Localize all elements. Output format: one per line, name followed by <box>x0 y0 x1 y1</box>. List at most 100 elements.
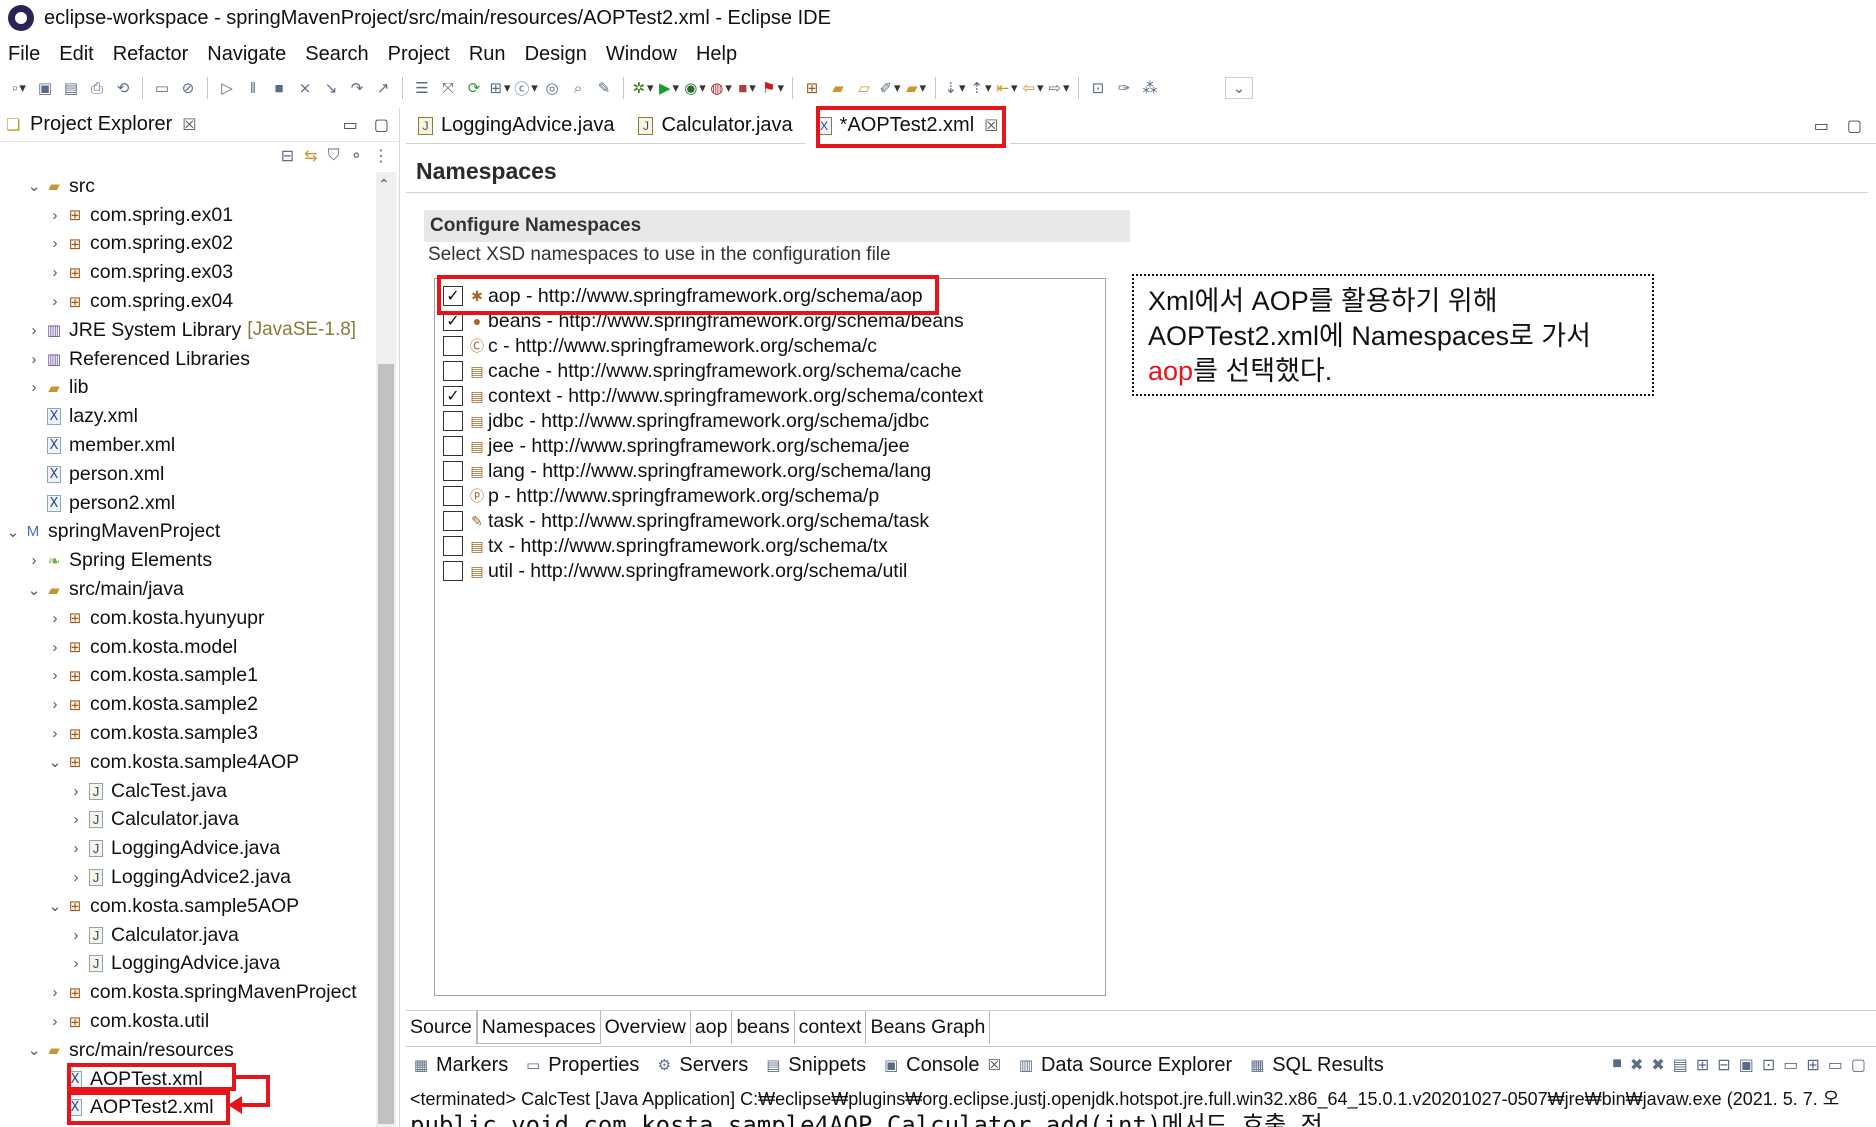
step-into-icon[interactable]: ↘ <box>320 77 342 99</box>
task-icon[interactable]: ▰ <box>905 77 927 99</box>
skip-breakpoints-icon[interactable]: ⊘ <box>177 77 199 99</box>
tab-beans[interactable]: beans <box>732 1011 795 1044</box>
word-wrap-icon[interactable]: ⊟ <box>1717 1055 1730 1075</box>
tree-item[interactable]: › J Calculator.java <box>0 806 370 835</box>
run-icon[interactable]: ▶ <box>658 77 680 99</box>
brush-icon[interactable]: ✑ <box>1113 77 1135 99</box>
tree-item[interactable]: X AOPTest.xml <box>0 1065 370 1094</box>
menu-search[interactable]: Search <box>305 43 368 66</box>
chevron-right-icon[interactable]: › <box>46 207 64 224</box>
tree-item[interactable]: › ⊞ com.spring.ex01 <box>0 201 370 230</box>
close-icon[interactable]: ☒ <box>984 116 998 136</box>
stop-server-icon[interactable]: ■ <box>736 77 758 99</box>
menu-project[interactable]: Project <box>388 43 450 66</box>
tree-item[interactable]: › J LoggingAdvice.java <box>0 834 370 863</box>
tree-item[interactable]: ⌄ ▰ src <box>0 172 370 201</box>
maximize-icon[interactable]: ▢ <box>1851 1055 1866 1075</box>
namespace-checkbox[interactable] <box>443 536 463 556</box>
tree-item[interactable]: › J LoggingAdvice.java <box>0 950 370 979</box>
tree-item[interactable]: › ⊞ com.kosta.sample3 <box>0 719 370 748</box>
show-on-output-icon[interactable]: ▣ <box>1739 1055 1754 1075</box>
namespace-checkbox[interactable] <box>443 411 463 431</box>
tree-item[interactable]: › J Calculator.java <box>0 921 370 950</box>
history-icon[interactable]: ⟲ <box>112 77 134 99</box>
tree-item[interactable]: ⌄ ⊞ com.kosta.sample4AOP <box>0 748 370 777</box>
terminate-icon[interactable]: ■ <box>1612 1055 1622 1075</box>
tree-item[interactable]: Xlazy.xml <box>0 402 370 431</box>
chevron-right-icon[interactable]: › <box>25 322 43 339</box>
view-menu-icon[interactable]: ⋮ <box>373 146 389 166</box>
tree-item[interactable]: › ▥ JRE System Library [JavaSE-1.8] <box>0 316 370 345</box>
step-return-icon[interactable]: ↗ <box>372 77 394 99</box>
tree-item[interactable]: › J LoggingAdvice2.java <box>0 863 370 892</box>
new-class-icon[interactable]: ⓒ <box>514 77 537 99</box>
tab-data-source-explorer[interactable]: ▥ Data Source Explorer <box>1017 1054 1232 1077</box>
resume-icon[interactable]: ▷ <box>216 77 238 99</box>
namespace-checkbox[interactable]: ✓ <box>443 286 463 306</box>
chevron-right-icon[interactable]: › <box>46 610 64 627</box>
focus-icon[interactable]: ⚬ <box>350 146 363 166</box>
disconnect-icon[interactable]: ⨯ <box>294 77 316 99</box>
tree-item[interactable]: Xperson.xml <box>0 460 370 489</box>
external-tools-icon[interactable]: ◍ <box>710 77 732 99</box>
chevron-right-icon[interactable]: › <box>25 552 43 569</box>
coverage-icon[interactable]: ◉ <box>684 77 706 99</box>
folder-icon[interactable]: ▱ <box>853 77 875 99</box>
link-with-editor-icon[interactable]: ⇆ <box>304 146 317 166</box>
menu-design[interactable]: Design <box>525 43 587 66</box>
chevron-right-icon[interactable]: › <box>46 264 64 281</box>
tab-calculator-java[interactable]: J Calculator.java <box>626 108 804 144</box>
menu-navigate[interactable]: Navigate <box>207 43 286 66</box>
tab-markers[interactable]: ▦ Markers <box>412 1054 508 1077</box>
namespace-checkbox[interactable]: ✓ <box>443 311 463 331</box>
tree-item[interactable]: › ⊞ com.kosta.model <box>0 633 370 662</box>
filter-icon[interactable]: ⛉ <box>328 147 340 165</box>
chevron-right-icon[interactable]: › <box>67 840 85 857</box>
namespace-checkbox[interactable] <box>443 486 463 506</box>
terminal-icon[interactable]: ▭ <box>151 77 173 99</box>
forward-icon[interactable]: ⇨ <box>1048 77 1070 99</box>
tab-properties[interactable]: ▭ Properties <box>524 1054 639 1077</box>
chevron-right-icon[interactable]: › <box>25 351 43 368</box>
namespace-checkbox[interactable] <box>443 511 463 531</box>
tab-overview[interactable]: Overview <box>601 1011 691 1044</box>
chevron-right-icon[interactable]: › <box>67 927 85 944</box>
chevron-right-icon[interactable]: › <box>67 783 85 800</box>
tree-item[interactable]: › J CalcTest.java <box>0 777 370 806</box>
tab-loggingadvice-java[interactable]: J LoggingAdvice.java <box>406 108 626 144</box>
tab-snippets[interactable]: ▤ Snippets <box>764 1054 866 1077</box>
tree-item[interactable]: › ⊞ com.spring.ex04 <box>0 287 370 316</box>
print-icon[interactable]: ⎙ <box>86 77 108 99</box>
remove-all-icon[interactable]: ✖ <box>1651 1055 1664 1075</box>
tree-item[interactable]: › ⊞ com.kosta.sample2 <box>0 690 370 719</box>
chevron-down-icon[interactable]: ⌄ <box>46 897 64 915</box>
next-annotation-icon[interactable]: ⇣ <box>944 77 966 99</box>
maximize-icon[interactable]: ▢ <box>1847 116 1862 136</box>
tree-item[interactable]: › ⊞ com.kosta.hyunyupr <box>0 604 370 633</box>
tab-namespaces[interactable]: Namespaces <box>476 1011 601 1044</box>
last-edit-icon[interactable]: ⇤ <box>996 77 1018 99</box>
grid-icon[interactable]: ⁂ <box>1139 77 1161 99</box>
menu-run[interactable]: Run <box>469 43 506 66</box>
tree-item[interactable]: › ❧ Spring Elements <box>0 546 370 575</box>
chevron-right-icon[interactable]: › <box>46 696 64 713</box>
refresh-icon[interactable]: ⟳ <box>463 77 485 99</box>
remove-launch-icon[interactable]: ✖ <box>1630 1055 1643 1075</box>
namespace-checkbox[interactable] <box>443 361 463 381</box>
maximize-icon[interactable]: ▢ <box>374 115 389 135</box>
chevron-right-icon[interactable]: › <box>46 639 64 656</box>
tree-item[interactable]: › ⊞ com.kosta.util <box>0 1007 370 1036</box>
open-type-icon[interactable]: ☰ <box>411 77 433 99</box>
tree-item[interactable]: › ⊞ com.spring.ex03 <box>0 258 370 287</box>
back-icon[interactable]: ⇦ <box>1022 77 1044 99</box>
scrollbar-thumb[interactable] <box>378 364 394 1124</box>
namespace-checkbox[interactable] <box>443 561 463 581</box>
tree-item[interactable]: › ⊞ com.spring.ex02 <box>0 230 370 259</box>
namespace-checkbox[interactable] <box>443 436 463 456</box>
tab-servers[interactable]: ⚙ Servers <box>655 1054 749 1077</box>
tab-sql-results[interactable]: ▦ SQL Results <box>1248 1054 1384 1077</box>
tab-context[interactable]: context <box>795 1011 867 1044</box>
perspective-dropdown-icon[interactable]: ⌄ <box>1225 77 1253 99</box>
open-folder-icon[interactable]: ▰ <box>827 77 849 99</box>
debug-icon[interactable]: ✲ <box>632 77 654 99</box>
